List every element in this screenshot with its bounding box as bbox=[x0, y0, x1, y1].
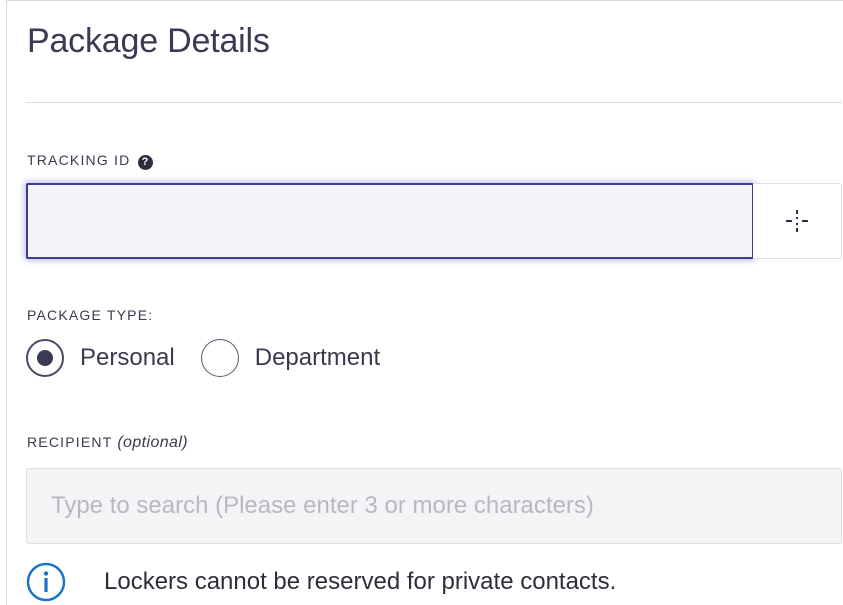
package-details-panel: Package Details TRACKING ID ? PACKAGE TY… bbox=[6, 0, 843, 605]
recipient-label-row: RECIPIENT (optional) bbox=[27, 433, 188, 452]
tracking-id-label-row: TRACKING ID ? bbox=[27, 151, 153, 170]
radio-personal[interactable]: Personal bbox=[26, 339, 175, 377]
recipient-label: RECIPIENT bbox=[27, 434, 113, 450]
radio-department[interactable]: Department bbox=[200, 339, 381, 377]
radio-personal-indicator[interactable] bbox=[26, 339, 64, 377]
scan-button[interactable] bbox=[753, 183, 842, 259]
question-circle-icon[interactable]: ? bbox=[137, 155, 153, 170]
crosshair-scan-icon bbox=[786, 210, 808, 232]
info-circle-icon bbox=[26, 562, 66, 602]
radio-personal-label: Personal bbox=[80, 344, 175, 371]
recipient-optional-note: (optional) bbox=[117, 434, 189, 451]
package-type-label: PACKAGE TYPE: bbox=[27, 307, 154, 323]
info-message: Lockers cannot be reserved for private c… bbox=[104, 568, 617, 595]
tracking-id-input[interactable] bbox=[26, 183, 754, 259]
title-divider bbox=[26, 102, 842, 103]
info-message-row: Lockers cannot be reserved for private c… bbox=[26, 561, 616, 603]
radio-department-label: Department bbox=[254, 344, 381, 371]
tracking-id-label: TRACKING ID bbox=[27, 152, 131, 168]
recipient-search-input[interactable] bbox=[26, 468, 842, 544]
package-type-radio-group: Personal Department bbox=[26, 337, 406, 379]
radio-department-indicator[interactable] bbox=[200, 339, 239, 377]
page-title: Package Details bbox=[27, 22, 270, 60]
